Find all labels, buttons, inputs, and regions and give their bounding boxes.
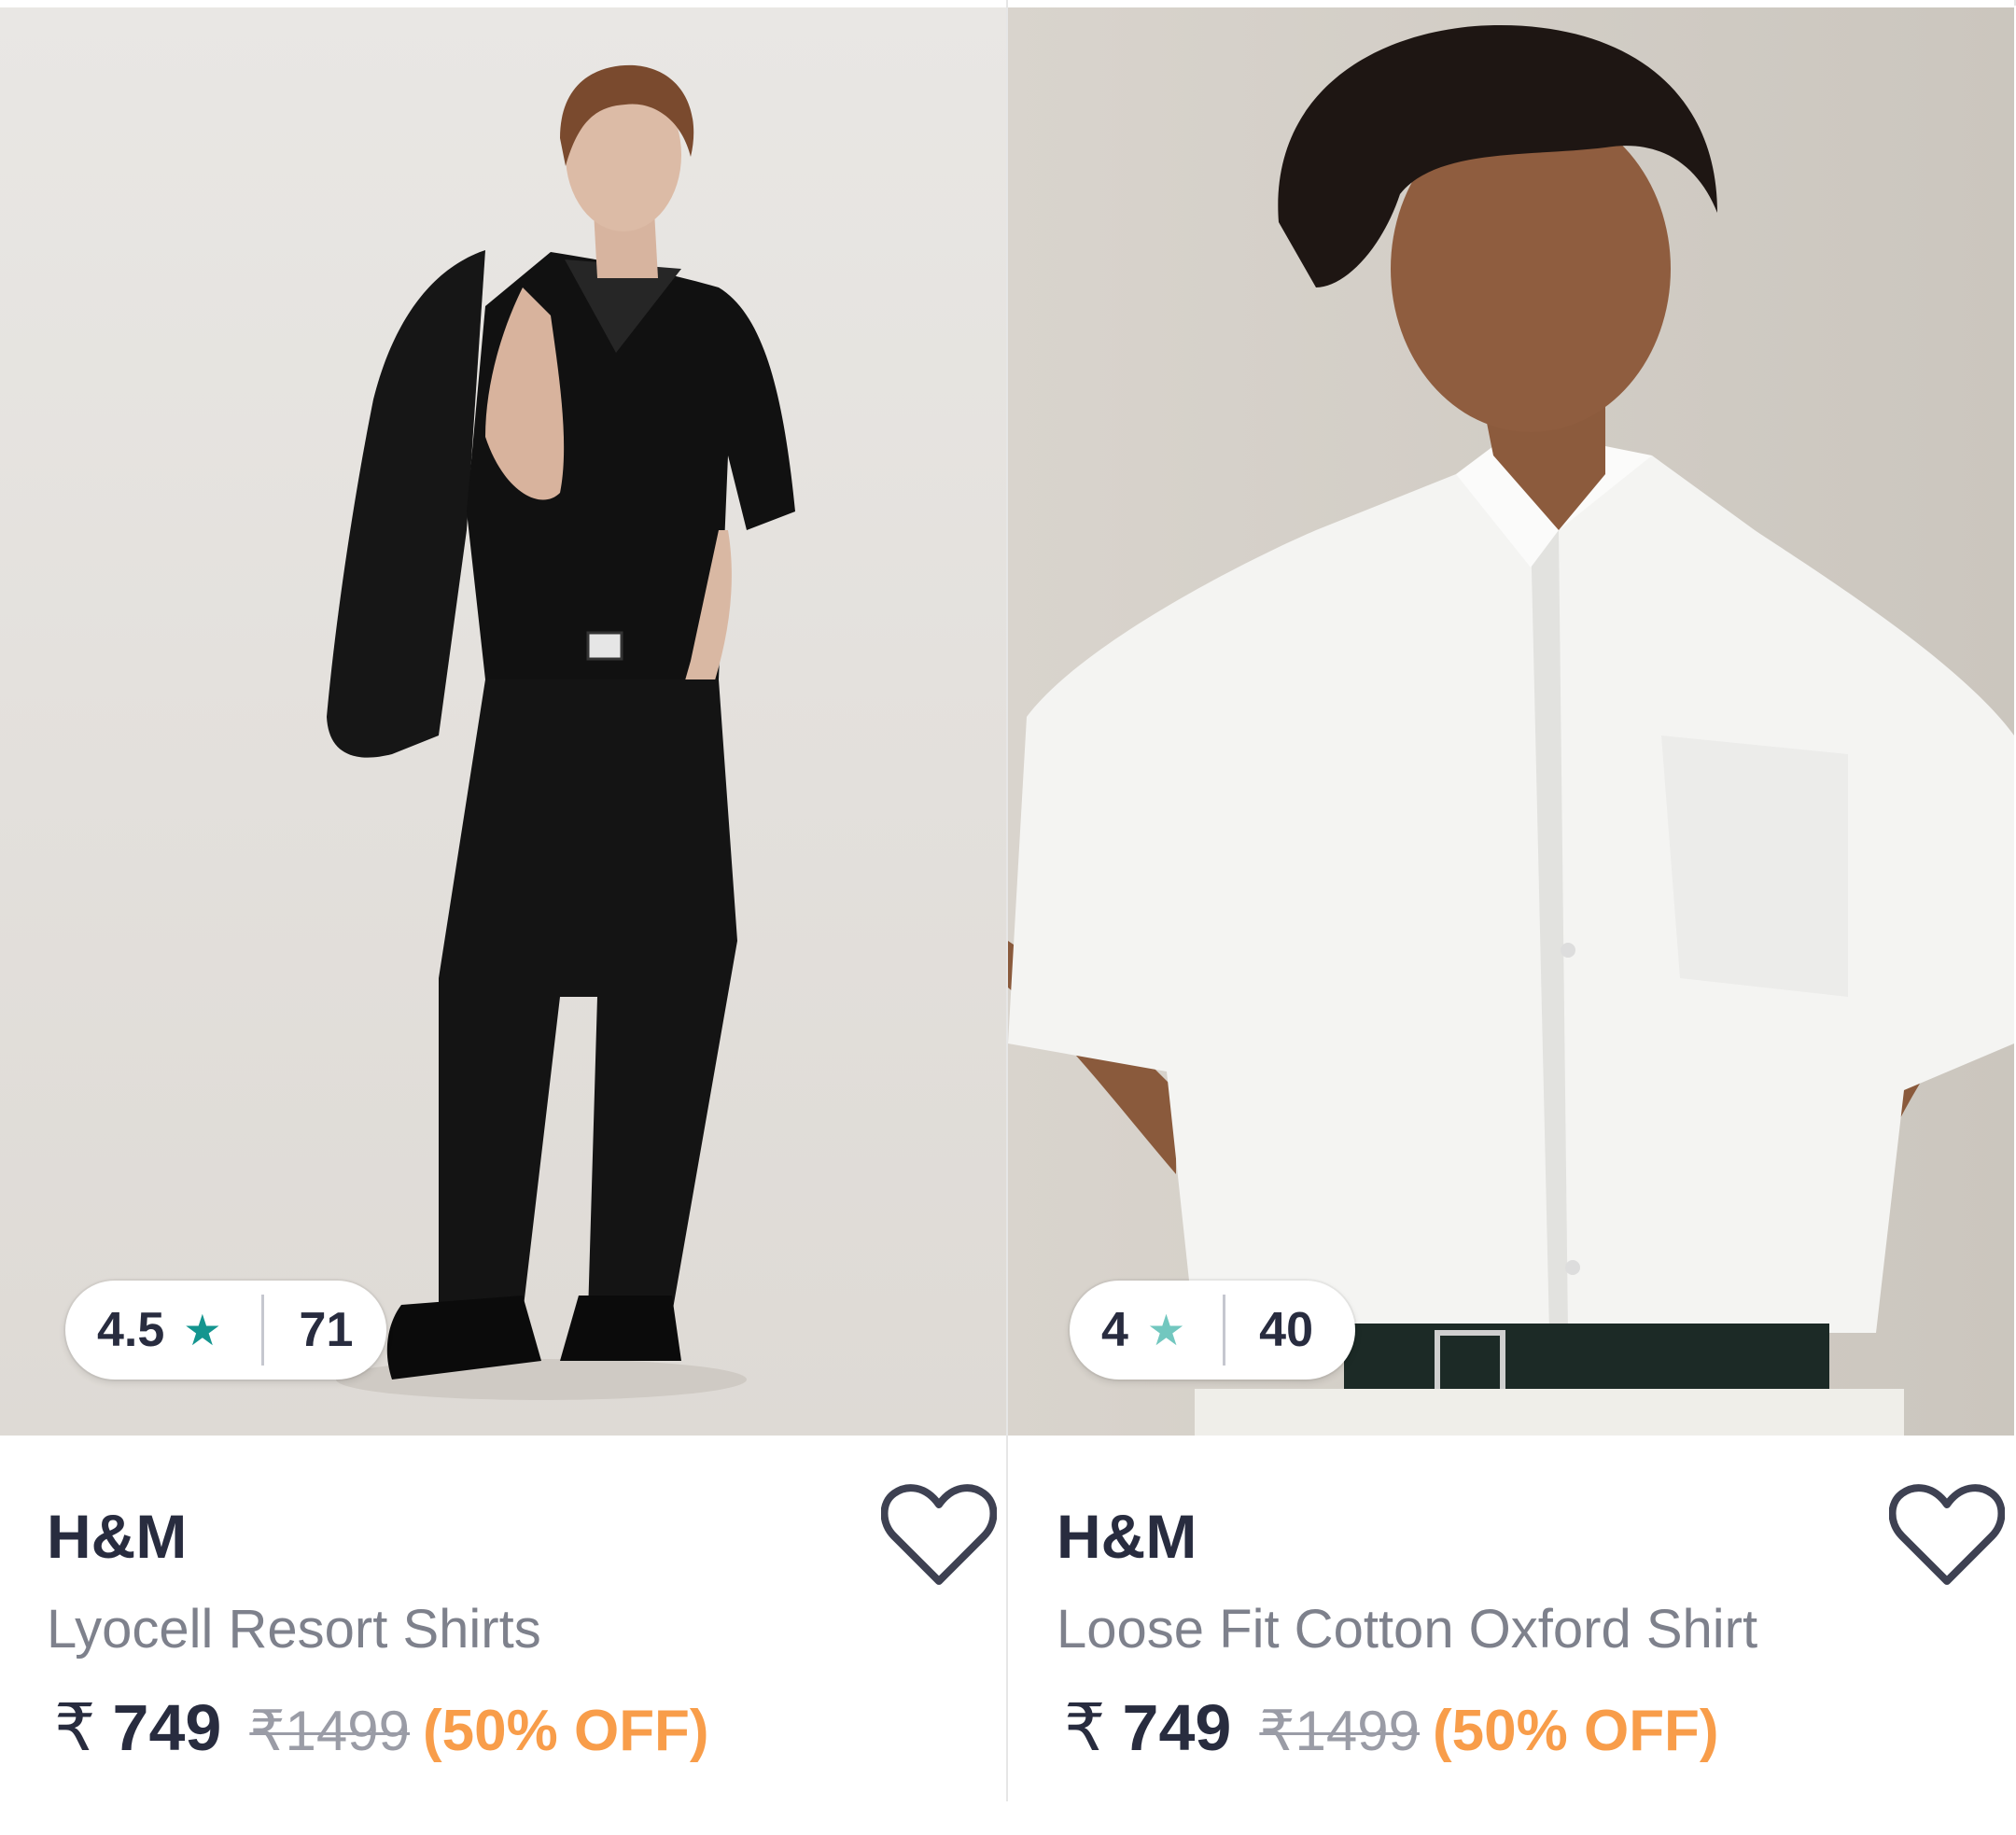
model-white-shirt-image <box>1008 7 2014 1436</box>
model-black-outfit-image <box>0 7 1006 1436</box>
product-grid: 4.5 ★ 71 H&M Lyocell Resort Shirts ₹749 … <box>0 0 2016 1835</box>
star-icon: ★ <box>183 1306 222 1354</box>
product-image[interactable] <box>0 7 1006 1436</box>
discount-label: (50% OFF) <box>423 1699 709 1763</box>
product-card[interactable]: 4 ★ 40 H&M Loose Fit Cotton Oxford Shirt… <box>1008 0 2014 1835</box>
rating-value: 4.5 <box>97 1303 165 1357</box>
price-row: ₹749 ₹1499 (50% OFF) <box>1064 1689 1719 1766</box>
rating-badge: 4 ★ 40 <box>1070 1281 1355 1380</box>
selling-price: ₹749 <box>54 1689 221 1766</box>
product-brand: H&M <box>47 1502 188 1571</box>
product-name: Loose Fit Cotton Oxford Shirt <box>1057 1599 1758 1660</box>
product-name: Lyocell Resort Shirts <box>47 1599 541 1660</box>
heart-outline-icon[interactable] <box>1889 1484 2005 1589</box>
price-value: 749 <box>1122 1691 1232 1764</box>
rating-count: 40 <box>1259 1303 1314 1357</box>
price-value: 749 <box>112 1691 222 1764</box>
rating-value: 4 <box>1101 1303 1128 1357</box>
mrp-price: ₹1499 <box>1259 1700 1420 1762</box>
product-card[interactable]: 4.5 ★ 71 H&M Lyocell Resort Shirts ₹749 … <box>0 0 1006 1835</box>
heart-outline-icon[interactable] <box>881 1484 997 1589</box>
discount-label: (50% OFF) <box>1433 1699 1719 1763</box>
rating-badge: 4.5 ★ 71 <box>65 1281 386 1380</box>
rating-separator <box>260 1295 264 1366</box>
product-brand: H&M <box>1057 1502 1197 1571</box>
mrp-price: ₹1499 <box>249 1700 410 1762</box>
rating-separator <box>1223 1295 1226 1366</box>
star-icon: ★ <box>1146 1306 1186 1354</box>
price-row: ₹749 ₹1499 (50% OFF) <box>54 1689 709 1766</box>
product-image[interactable] <box>1008 7 2014 1436</box>
rupee-symbol: ₹ <box>54 1691 96 1764</box>
rating-count: 71 <box>299 1303 354 1357</box>
selling-price: ₹749 <box>1064 1689 1231 1766</box>
rupee-symbol: ₹ <box>1064 1691 1106 1764</box>
